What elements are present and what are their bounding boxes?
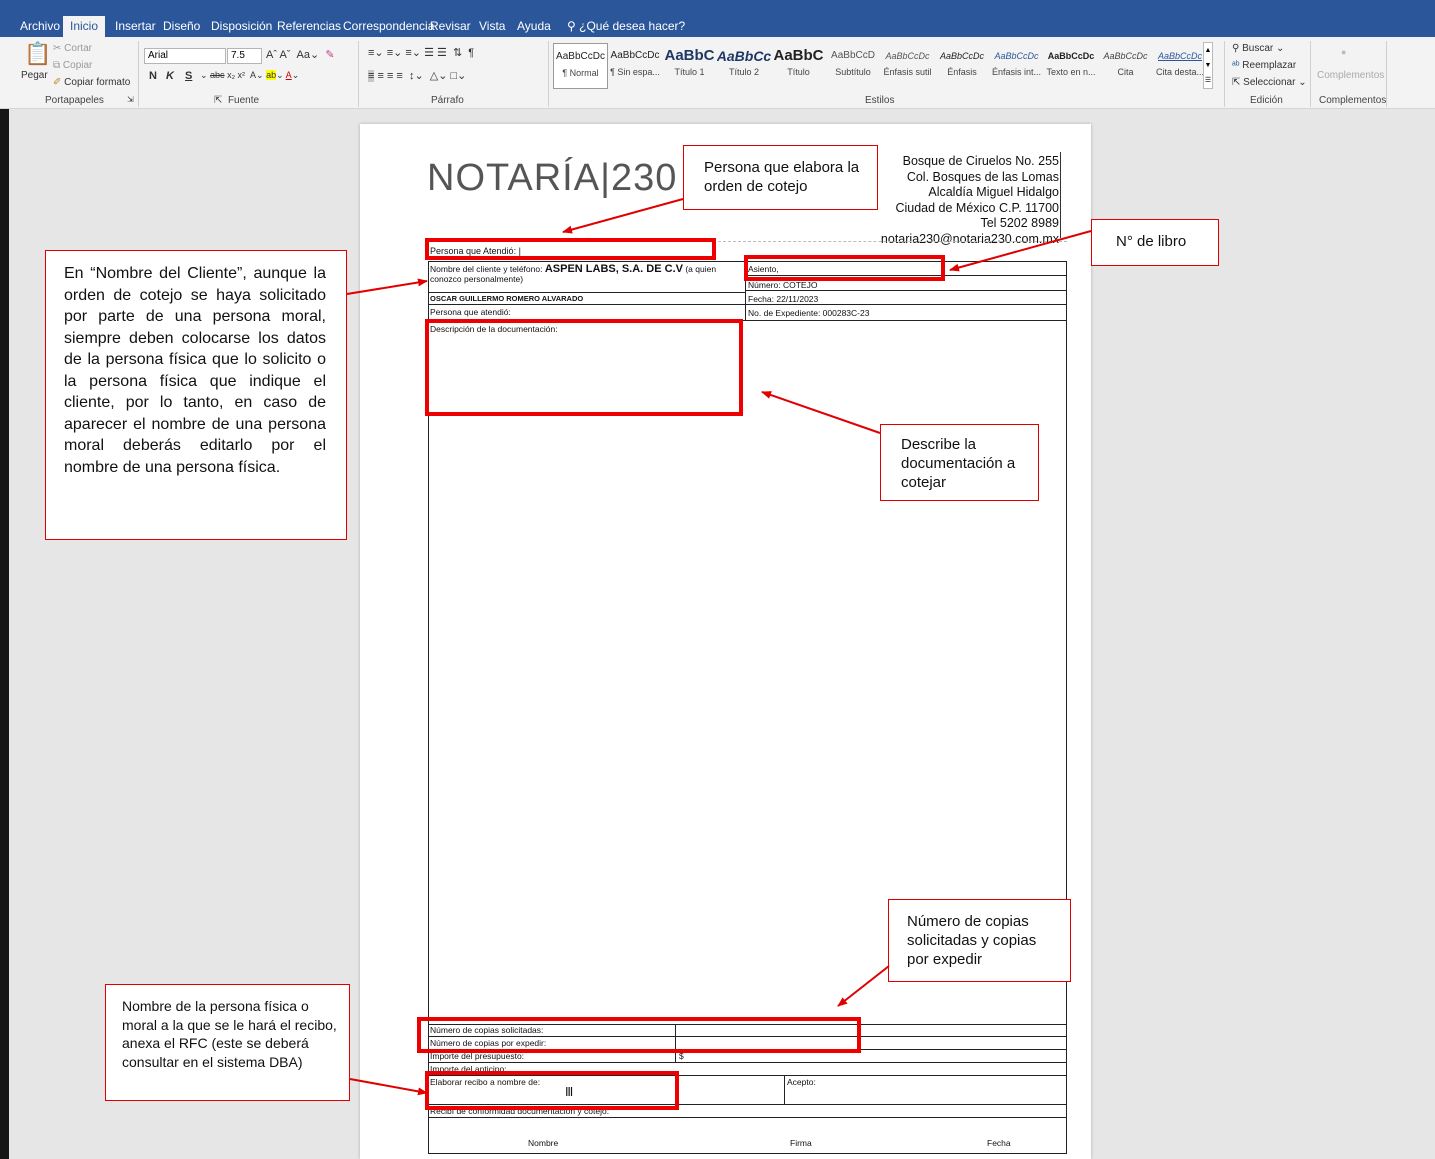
arrow-copias bbox=[837, 965, 890, 1007]
annotation-arrows bbox=[346, 198, 1092, 1096]
arrow-recibo bbox=[349, 1078, 428, 1096]
arrow-libro bbox=[949, 230, 1092, 272]
arrow-elabora bbox=[562, 198, 684, 234]
arrow-describe bbox=[761, 391, 881, 434]
arrow-cliente bbox=[346, 278, 428, 295]
